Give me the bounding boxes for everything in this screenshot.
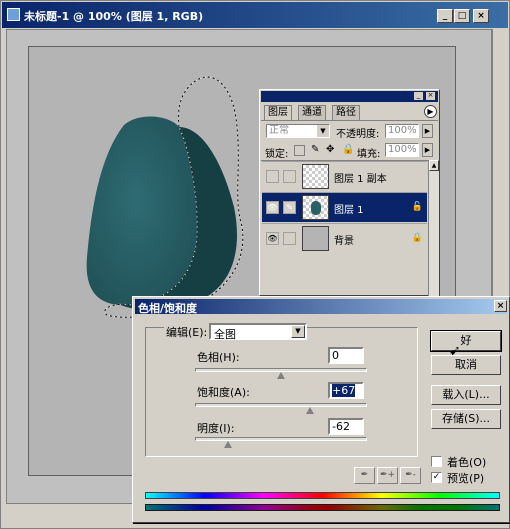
layers-palette: _ × 图层 通道 路径 ▶ 正常 ▼ 不透明度: 100% ▶ 锁定: ✎ ✥… xyxy=(259,89,440,296)
edit-select[interactable]: 全图 ▼ xyxy=(209,323,307,341)
tab-channels[interactable]: 通道 xyxy=(298,105,326,120)
layer-name: 图层 1 xyxy=(334,205,364,216)
layer-row-selected[interactable]: 👁 ✎ 图层 1 🔓 xyxy=(262,192,427,222)
layer-row[interactable]: 图层 1 副本 xyxy=(262,161,427,191)
lightness-label: 明度(I): xyxy=(197,422,235,435)
teal-shape xyxy=(86,116,198,306)
opacity-label: 不透明度: xyxy=(336,129,380,140)
output-hue-bar xyxy=(145,504,500,511)
lock-label: 锁定: xyxy=(265,149,289,160)
document-title: 未标题-1 @ 100% (图层 1, RGB) xyxy=(24,10,204,23)
lock-icon: 🔓 xyxy=(411,202,423,212)
maximize-button[interactable]: □ xyxy=(454,9,470,23)
ok-button[interactable]: 好 xyxy=(430,330,502,352)
edit-value: 全图 xyxy=(214,328,236,341)
layer-row[interactable]: 👁 背景 🔒 xyxy=(262,223,427,253)
hue-field[interactable]: 0 xyxy=(328,347,364,364)
edit-label: 编辑(E): xyxy=(164,324,210,340)
save-button[interactable]: 存储(S)... xyxy=(431,409,501,429)
lock-brush-icon[interactable]: ✎ xyxy=(311,144,319,155)
layers-list: 图层 1 副本 👁 ✎ 图层 1 🔓 👁 背景 🔒 xyxy=(261,160,428,296)
lightness-slider[interactable] xyxy=(195,437,367,448)
saturation-slider-thumb[interactable] xyxy=(305,407,314,414)
preview-checkbox[interactable]: ✓ xyxy=(431,472,442,483)
palette-menu-icon[interactable]: ▶ xyxy=(424,105,437,118)
fill-label: 填充: xyxy=(357,149,381,160)
fill-arrow-icon[interactable]: ▶ xyxy=(422,143,433,157)
visibility-toggle[interactable] xyxy=(266,170,279,183)
preview-label: 预览(P) xyxy=(447,472,485,485)
brush-icon[interactable]: ✎ xyxy=(283,201,296,214)
fill-field[interactable]: 100% xyxy=(385,143,419,157)
dialog-close-button[interactable]: × xyxy=(494,300,507,312)
palette-title-bar[interactable]: _ × xyxy=(261,91,438,102)
hue-label: 色相(H): xyxy=(197,351,240,364)
tab-layers[interactable]: 图层 xyxy=(264,105,292,120)
layer-thumbnail xyxy=(302,226,329,251)
eye-icon[interactable]: 👁 xyxy=(266,232,279,245)
link-toggle[interactable] xyxy=(283,170,296,183)
opacity-field[interactable]: 100% xyxy=(385,124,419,138)
palette-close-button[interactable]: × xyxy=(426,92,435,100)
input-hue-bar xyxy=(145,492,500,499)
hue-slider[interactable] xyxy=(195,368,367,379)
lock-icon: 🔒 xyxy=(411,233,423,243)
blend-mode-select[interactable]: 正常 ▼ xyxy=(266,124,330,138)
lock-all-icon[interactable]: 🔒 xyxy=(342,144,354,155)
layer-thumbnail xyxy=(302,164,329,189)
eye-icon[interactable]: 👁 xyxy=(266,201,279,214)
colorize-label: 着色(O) xyxy=(447,456,487,469)
eyedropper-minus-icon[interactable]: ✒- xyxy=(400,467,421,484)
cancel-button[interactable]: 取消 xyxy=(431,355,501,375)
palette-minimize-button[interactable]: _ xyxy=(414,92,423,100)
hue-saturation-dialog: 色相/饱和度 × 编辑(E): 全图 ▼ 色相(H): 0 饱和度(A): +6… xyxy=(132,296,510,523)
photoshop-doc-icon xyxy=(7,8,20,21)
layer-thumbnail xyxy=(302,195,329,220)
saturation-field[interactable]: +67 xyxy=(328,382,364,399)
lightness-field[interactable]: -62 xyxy=(328,418,364,435)
blend-mode-value: 正常 xyxy=(269,125,289,136)
load-button[interactable]: 载入(L)... xyxy=(431,385,501,405)
colorize-checkbox[interactable] xyxy=(431,456,442,467)
saturation-label: 饱和度(A): xyxy=(197,386,250,399)
opacity-arrow-icon[interactable]: ▶ xyxy=(422,124,433,138)
saturation-slider[interactable] xyxy=(195,403,367,414)
layer-name: 图层 1 副本 xyxy=(334,174,387,185)
document-title-bar[interactable]: 未标题-1 @ 100% (图层 1, RGB) _ □ × xyxy=(2,2,508,28)
dialog-title: 色相/饱和度 xyxy=(138,302,198,315)
lock-move-icon[interactable]: ✥ xyxy=(326,144,334,155)
tab-paths[interactable]: 路径 xyxy=(332,105,360,120)
eyedropper-plus-icon[interactable]: ✒+ xyxy=(377,467,398,484)
dialog-title-bar[interactable]: 色相/饱和度 × xyxy=(135,299,507,315)
layer-name: 背景 xyxy=(334,236,354,247)
saturation-value: +67 xyxy=(332,384,356,397)
eyedropper-icon[interactable]: ✒ xyxy=(354,467,375,484)
link-toggle[interactable] xyxy=(283,232,296,245)
lightness-slider-thumb[interactable] xyxy=(224,441,233,448)
lock-transparency-icon[interactable] xyxy=(294,145,305,156)
close-button[interactable]: × xyxy=(473,9,489,23)
chevron-down-icon: ▼ xyxy=(291,325,305,338)
layers-scrollbar[interactable]: ▲ xyxy=(428,160,439,296)
chevron-down-icon: ▼ xyxy=(317,125,329,137)
minimize-button[interactable]: _ xyxy=(437,9,453,23)
hue-slider-thumb[interactable] xyxy=(277,372,285,379)
